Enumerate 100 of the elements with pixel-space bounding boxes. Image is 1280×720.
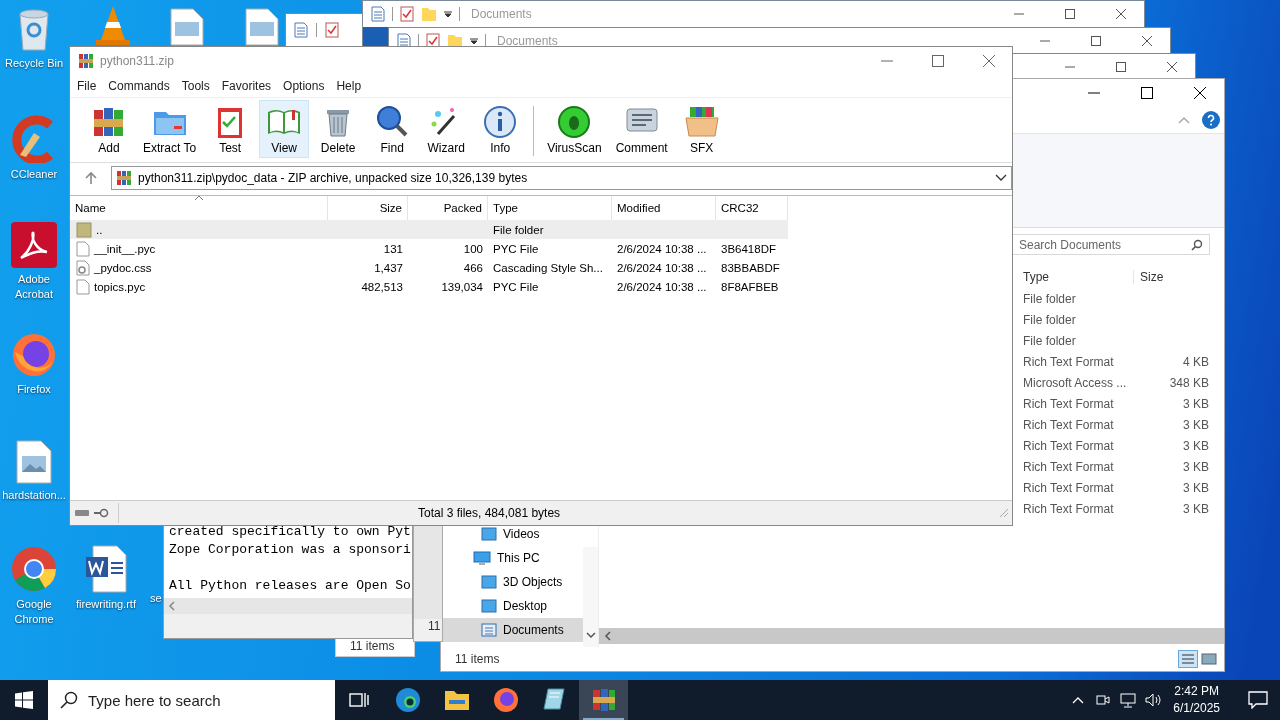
windows-logo-icon[interactable] (15, 691, 33, 709)
nav-item[interactable]: Videos (441, 522, 583, 546)
network-icon[interactable] (1118, 692, 1137, 708)
table-cell-text: 466 (462, 261, 484, 274)
table-cell-text: 3 KB (1182, 396, 1209, 411)
status-text: Total 3 files, 484,081 bytes (418, 506, 561, 520)
image-file-icon[interactable] (16, 440, 52, 484)
word-document-icon[interactable] (85, 545, 127, 593)
toolbar-button[interactable]: Extract To (138, 100, 202, 158)
browser-icon[interactable] (10, 545, 58, 593)
key-icon[interactable] (93, 508, 109, 518)
file-icon (76, 240, 90, 257)
image-file-icon[interactable] (170, 8, 204, 46)
folder-icon (481, 526, 497, 542)
file-row[interactable]: _pydoc.css 1,437 466 Cascading Style Sh... 2/6/2024 10:38 ... 83BBABDF (70, 258, 788, 277)
toolbar-button[interactable]: Test (205, 100, 256, 158)
pdf-icon[interactable] (11, 222, 57, 268)
folder-icon (481, 622, 497, 638)
drive-icon[interactable] (74, 509, 90, 517)
file-row[interactable]: .. File folder (70, 220, 788, 239)
file-name: topics.pyc (94, 280, 146, 293)
notifications-icon[interactable] (1248, 691, 1268, 709)
toolbar-button[interactable]: Add (84, 100, 134, 158)
folder-icon (481, 598, 497, 614)
maximize-icon[interactable] (1065, 9, 1075, 19)
status-text: 11 (414, 619, 442, 641)
up-arrow-icon[interactable] (85, 171, 97, 185)
file-row[interactable]: __init__.pyc 131 100 PYC File 2/6/2024 10:38 ... 3B6418DF (70, 239, 788, 258)
table-cell-text: 482,513 (360, 280, 404, 293)
window-title: Documents (497, 34, 558, 48)
bug-shield-icon (556, 103, 593, 140)
dropdown-arrow-icon[interactable] (444, 10, 452, 18)
menu-item[interactable]: Tools (175, 79, 216, 93)
maximize-icon[interactable] (1091, 36, 1101, 46)
table-cell-text: 2/6/2024 10:38 ... (616, 280, 708, 293)
details-view-icon[interactable] (1178, 650, 1198, 668)
clock-time[interactable]: 2:42 PM (1174, 683, 1219, 700)
status-text: 11 items (350, 639, 396, 653)
text-line: All Python releases are Open So (169, 577, 412, 595)
clock-date[interactable]: 6/1/2025 (1173, 700, 1220, 717)
table-cell-text: 131 (382, 242, 404, 255)
document-icon[interactable] (371, 6, 385, 22)
toolbar-button[interactable]: Wizard (421, 100, 472, 158)
table-cell-text: 4 KB (1182, 354, 1209, 369)
table-cell-text: File folder (1022, 312, 1077, 327)
scrollbar[interactable] (599, 628, 1224, 644)
menu-item[interactable]: Commands (102, 79, 176, 93)
maximize-icon[interactable] (1141, 87, 1153, 99)
column-header[interactable]: Type (1017, 269, 1133, 284)
table-cell-text: File folder (492, 223, 545, 236)
task-view-icon[interactable] (349, 691, 369, 709)
checklist-icon[interactable] (400, 6, 414, 22)
search-field[interactable]: Search Documents (1012, 234, 1210, 255)
nav-item[interactable]: This PC (441, 546, 583, 570)
thumbnails-view-icon[interactable] (1200, 651, 1218, 667)
books-icon (78, 53, 94, 69)
toolbar-button[interactable]: Comment (610, 100, 673, 158)
browser-icon (394, 687, 421, 713)
menu-item[interactable]: Options (277, 79, 331, 93)
table-cell-text: PYC File (492, 242, 540, 255)
taskbar-search-field[interactable]: Type here to search (48, 680, 335, 720)
table-cell-text: Rich Text Format (1022, 417, 1115, 432)
menu-item[interactable]: File (71, 79, 103, 93)
table-cell-text: 2/6/2024 10:38 ... (616, 261, 708, 274)
file-row[interactable]: topics.pyc 482,513 139,034 PYC File 2/6/2024 10:38 ... 8F8AFBEB (70, 277, 788, 296)
column-header[interactable]: Size (1133, 269, 1209, 284)
help-icon[interactable] (1202, 111, 1220, 129)
folder-icon (481, 574, 497, 590)
resize-grip-icon[interactable] (999, 508, 1009, 518)
scrollbar[interactable] (164, 598, 412, 614)
document-icon[interactable] (294, 22, 308, 38)
file-icon (76, 278, 90, 295)
menu-item[interactable]: Favorites (215, 79, 278, 93)
nav-item[interactable]: Desktop (441, 594, 583, 618)
menu-item[interactable]: Help (330, 79, 368, 93)
table-cell-text: Rich Text Format (1022, 501, 1115, 516)
fox-globe-icon[interactable] (11, 332, 57, 378)
nav-item[interactable]: Documents (441, 618, 583, 642)
toolbar-button[interactable]: Delete (313, 100, 364, 158)
toolbar-button[interactable]: SFX (676, 100, 727, 158)
camera-icon[interactable] (1094, 692, 1111, 708)
maximize-icon[interactable] (1116, 62, 1126, 72)
close-icon[interactable] (1194, 87, 1206, 99)
toolbar-button[interactable]: VirusScan (542, 100, 607, 158)
toolbar-button[interactable]: View (259, 100, 310, 158)
image-file-icon[interactable] (245, 8, 279, 46)
speaker-icon[interactable] (1143, 692, 1162, 708)
dropdown-arrow-icon[interactable] (470, 37, 478, 45)
table-cell-text: 2/6/2024 10:38 ... (616, 242, 708, 255)
fox-globe-icon (492, 687, 519, 713)
path-field[interactable]: python311.zip\pydoc_data - ZIP archive, unpacked size 10,326,139 bytes (111, 166, 1012, 190)
table-cell-text: Rich Text Format (1022, 459, 1115, 474)
toolbar-button[interactable]: Find (367, 100, 418, 158)
close-icon[interactable] (1142, 36, 1152, 46)
close-icon[interactable] (1167, 62, 1177, 72)
checklist-icon[interactable] (325, 22, 339, 38)
table-cell-text: 83BBABDF (720, 261, 781, 274)
toolbar-button[interactable]: Info (475, 100, 526, 158)
close-icon[interactable] (1116, 9, 1126, 19)
nav-item[interactable]: 3D Objects (441, 570, 583, 594)
